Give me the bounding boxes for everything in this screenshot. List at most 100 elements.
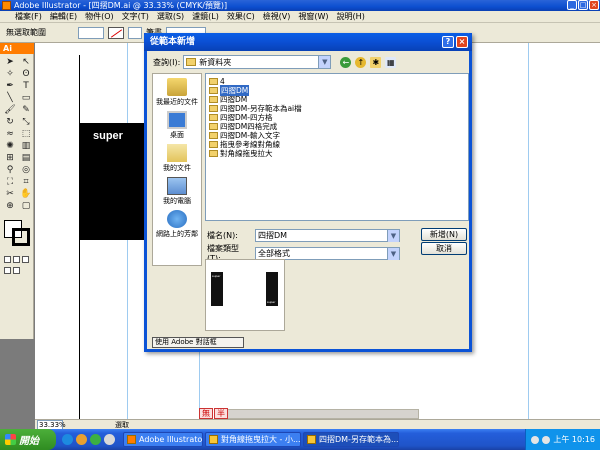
fill-stroke-widget[interactable] xyxy=(0,218,33,254)
new-button[interactable]: 新增(N) xyxy=(421,228,467,241)
menu-object[interactable]: 物件(O) xyxy=(84,11,115,22)
lasso-tool-icon[interactable]: ʘ xyxy=(19,69,33,80)
taskbar-item-folder[interactable]: 對角線拖曳拉大 - 小... xyxy=(205,432,301,447)
menu-filter[interactable]: 濾鏡(L) xyxy=(191,11,220,22)
free-transform-tool-icon[interactable]: ⬚ xyxy=(19,129,33,140)
menu-effect[interactable]: 效果(C) xyxy=(226,11,256,22)
zoom-field[interactable]: 33.33% xyxy=(37,419,66,430)
chevron-down-icon[interactable]: ▼ xyxy=(387,247,399,260)
ie-icon[interactable] xyxy=(62,434,73,445)
input-method-bar: 無 半 xyxy=(199,408,228,419)
minimize-icon[interactable]: _ xyxy=(567,0,577,10)
messenger-icon[interactable] xyxy=(90,434,101,445)
close-icon[interactable]: × xyxy=(589,0,599,10)
menu-window[interactable]: 視窗(W) xyxy=(297,11,329,22)
menu-file[interactable]: 檔案(F) xyxy=(14,11,43,22)
scale-tool-icon[interactable]: ⤡ xyxy=(19,117,33,128)
place-network[interactable]: 網路上的芳鄰 xyxy=(156,210,198,239)
preview-panel-left: super xyxy=(211,272,223,306)
selection-tool-icon[interactable]: ➤ xyxy=(3,57,17,68)
window-controls: _ □ × xyxy=(567,0,599,10)
mesh-tool-icon[interactable]: ⊞ xyxy=(3,153,17,164)
gradient-tool-icon[interactable]: ▤ xyxy=(19,153,33,164)
paintbrush-tool-icon[interactable]: 🖌 xyxy=(3,105,17,116)
rotate-tool-icon[interactable]: ↻ xyxy=(3,117,17,128)
list-item[interactable]: 對角線拖曳拉大 xyxy=(209,149,465,158)
warp-tool-icon[interactable]: ≈ xyxy=(3,129,17,140)
magic-wand-tool-icon[interactable]: ✧ xyxy=(3,69,17,80)
menu-help[interactable]: 說明(H) xyxy=(336,11,366,22)
gradient-mode-icon[interactable] xyxy=(13,256,20,263)
horizontal-scrollbar[interactable] xyxy=(219,409,419,419)
view-menu-icon[interactable]: ▦ xyxy=(385,56,397,68)
dialog-title: 從範本新增 xyxy=(150,37,196,47)
none-mode-icon[interactable] xyxy=(22,256,29,263)
list-item[interactable]: 四摺DM xyxy=(209,85,465,96)
scissors-tool-icon[interactable]: ✂ xyxy=(3,189,17,200)
use-adobe-dialog-button[interactable]: 使用 Adobe 對話框 xyxy=(152,337,244,348)
file-list[interactable]: 4 四摺DM 四摺DM 四摺DM-另存範本為ai檔 四摺DM-四方格 四摺DM四… xyxy=(205,73,469,221)
slice-tool-icon[interactable]: ⌗ xyxy=(19,177,33,188)
back-icon[interactable]: ← xyxy=(340,56,352,68)
place-label: 我最近的文件 xyxy=(156,98,198,106)
tray-icon[interactable] xyxy=(542,435,551,444)
ime-mode-2[interactable]: 半 xyxy=(214,408,228,419)
stroke-color-swatch[interactable] xyxy=(108,26,124,39)
place-recent[interactable]: 我最近的文件 xyxy=(156,78,198,107)
filename-field[interactable]: 四摺DM ▼ xyxy=(255,229,400,242)
maximize-icon[interactable]: □ xyxy=(578,0,588,10)
pencil-tool-icon[interactable]: ✎ xyxy=(19,105,33,116)
chevron-down-icon[interactable]: ▼ xyxy=(318,56,331,68)
direct-selection-tool-icon[interactable]: ↖ xyxy=(19,57,33,68)
folder-icon xyxy=(209,123,218,130)
graph-tool-icon[interactable]: ▥ xyxy=(19,141,33,152)
current-tool-status[interactable]: 選取 xyxy=(115,420,129,430)
stroke-dropdown[interactable] xyxy=(128,26,142,39)
look-in-dropdown[interactable]: 新資料夾 ▼ xyxy=(183,55,332,69)
zoom-tool-icon[interactable]: ⊕ xyxy=(3,201,17,212)
new-folder-icon[interactable]: ✱ xyxy=(370,56,382,68)
stroke-swatch[interactable] xyxy=(12,228,30,246)
place-desktop[interactable]: 桌面 xyxy=(167,111,187,140)
hand-tool-icon[interactable]: ✋ xyxy=(19,189,33,200)
place-my-documents[interactable]: 我的文件 xyxy=(163,144,191,173)
fill-color-dropdown[interactable] xyxy=(78,26,104,39)
tray-icon[interactable] xyxy=(531,435,540,444)
normal-screen-icon[interactable] xyxy=(4,267,11,274)
cancel-button[interactable]: 取消 xyxy=(421,242,467,255)
line-tool-icon[interactable]: ╲ xyxy=(3,93,17,104)
help-icon[interactable]: ? xyxy=(442,36,454,48)
artboard-tool-icon[interactable]: ▢ xyxy=(19,201,33,212)
symbol-sprayer-tool-icon[interactable]: ✺ xyxy=(3,141,17,152)
live-paint-tool-icon[interactable]: ⛶ xyxy=(3,177,17,188)
up-folder-icon[interactable]: ↑ xyxy=(355,56,367,68)
pen-tool-icon[interactable]: ✒ xyxy=(3,81,17,92)
filetype-dropdown[interactable]: 全部格式 ▼ xyxy=(255,246,400,260)
ime-mode-1[interactable]: 無 xyxy=(199,408,213,419)
clock[interactable]: 上午 10:16 xyxy=(553,434,595,445)
filename-label: 檔名(N): xyxy=(207,231,238,240)
rectangle-tool-icon[interactable]: ▭ xyxy=(19,93,33,104)
place-label: 我的文件 xyxy=(163,164,191,172)
firefox-icon[interactable] xyxy=(76,434,87,445)
full-screen-icon[interactable] xyxy=(13,267,20,274)
network-places-icon xyxy=(167,210,187,228)
menu-type[interactable]: 文字(T) xyxy=(121,11,150,22)
show-desktop-icon[interactable] xyxy=(104,434,115,445)
blend-tool-icon[interactable]: ◎ xyxy=(19,165,33,176)
place-my-computer[interactable]: 我的電腦 xyxy=(163,177,191,206)
menu-view[interactable]: 檢視(V) xyxy=(262,11,292,22)
artwork-black-panel[interactable]: super xyxy=(80,123,145,240)
color-mode-icon[interactable] xyxy=(4,256,11,263)
dialog-title-buttons: ? × xyxy=(442,36,468,48)
start-button[interactable]: 開始 xyxy=(0,429,56,450)
eyedropper-tool-icon[interactable]: ⚲ xyxy=(3,165,17,176)
dialog-close-icon[interactable]: × xyxy=(456,36,468,48)
type-tool-icon[interactable]: T xyxy=(19,81,33,92)
taskbar-item-folder-active[interactable]: 四摺DM-另存範本為... xyxy=(303,432,399,447)
chevron-down-icon[interactable]: ▼ xyxy=(387,230,399,242)
menu-edit[interactable]: 編輯(E) xyxy=(49,11,78,22)
menu-select[interactable]: 選取(S) xyxy=(156,11,185,22)
folder-icon xyxy=(209,96,218,103)
taskbar-item-illustrator[interactable]: Adobe Illustrator - [四... xyxy=(123,432,203,447)
